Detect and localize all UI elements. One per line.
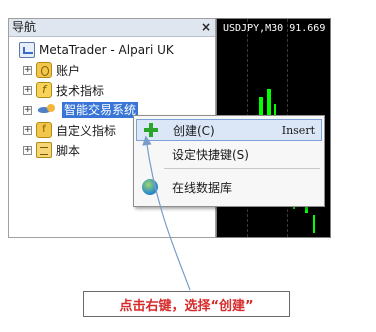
- instruction-callout: 点击右键，选择“创建”: [83, 291, 290, 317]
- annotation-arrow: [142, 135, 191, 291]
- screenshot-stage: 导航 × MetaTrader - Alpari UK + 账户 + f 技术指…: [0, 0, 376, 332]
